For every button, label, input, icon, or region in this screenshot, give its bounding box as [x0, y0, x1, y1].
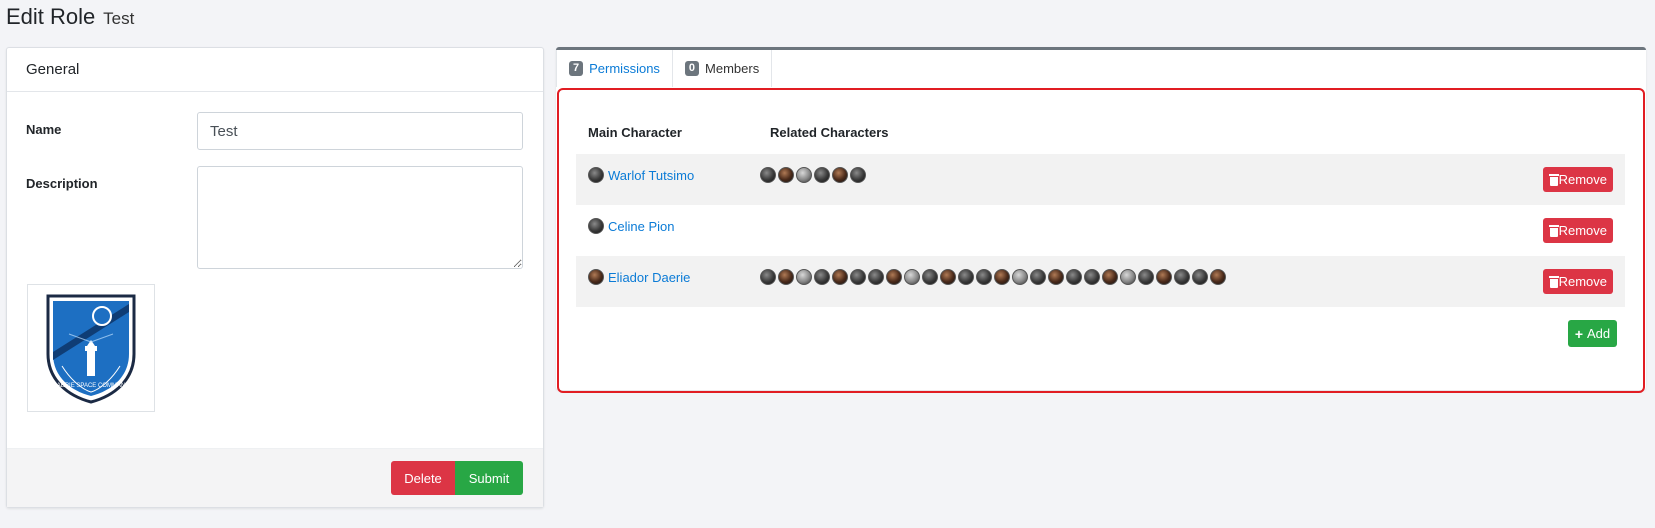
related-character-avatar[interactable] [814, 269, 830, 285]
column-header-related-characters: Related Characters [770, 125, 889, 140]
related-character-avatar[interactable] [1012, 269, 1028, 285]
table-row: Eliador Daerie Remove [576, 256, 1625, 307]
members-count-badge: 0 [684, 61, 700, 76]
related-character-avatar[interactable] [958, 269, 974, 285]
related-character-avatar[interactable] [976, 269, 992, 285]
page-title-text: Edit Role [6, 4, 96, 29]
remove-button[interactable]: Remove [1543, 167, 1613, 192]
related-character-avatar[interactable] [760, 167, 776, 183]
related-character-avatar[interactable] [1192, 269, 1208, 285]
related-character-avatar[interactable] [1084, 269, 1100, 285]
related-character-avatar[interactable] [904, 269, 920, 285]
related-character-avatar[interactable] [778, 269, 794, 285]
tab-members-label: Members [705, 61, 760, 76]
related-character-avatar[interactable] [1210, 269, 1226, 285]
related-characters [760, 269, 1226, 285]
avatar [588, 218, 604, 234]
related-character-avatar[interactable] [778, 167, 794, 183]
related-character-avatar[interactable] [814, 167, 830, 183]
tab-permissions[interactable]: 7 Permissions [556, 50, 673, 87]
role-logo-image: DAERIE SPACE COMMAND [27, 284, 155, 412]
related-character-avatar[interactable] [1174, 269, 1190, 285]
add-label: Add [1587, 326, 1611, 341]
name-input[interactable] [197, 112, 523, 150]
general-card-title: General [7, 48, 543, 92]
logo-lettering: DAERIE SPACE COMMAND [52, 383, 130, 389]
related-character-avatar[interactable] [922, 269, 938, 285]
related-character-avatar[interactable] [1030, 269, 1046, 285]
related-character-avatar[interactable] [940, 269, 956, 285]
general-card-footer: Delete Submit [7, 448, 543, 507]
related-character-avatar[interactable] [1102, 269, 1118, 285]
table-row: Warlof Tutsimo Remove [576, 154, 1625, 205]
column-header-main-character: Main Character [588, 125, 682, 140]
related-character-avatar[interactable] [850, 269, 866, 285]
related-character-avatar[interactable] [1120, 269, 1136, 285]
name-label: Name [26, 122, 62, 137]
main-character-cell: Eliador Daerie [588, 269, 690, 285]
permissions-card: 7 Permissions 0 Members Main Character R… [556, 47, 1646, 393]
general-card: General Name Description DAERIE SPACE CO… [6, 47, 544, 508]
remove-button[interactable]: Remove [1543, 218, 1613, 243]
main-character-cell: Warlof Tutsimo [588, 167, 694, 183]
main-character-link[interactable]: Warlof Tutsimo [608, 168, 694, 183]
tab-bar: 7 Permissions 0 Members [556, 50, 773, 87]
main-character-cell: Celine Pion [588, 218, 675, 234]
tab-permissions-label: Permissions [589, 61, 660, 76]
add-button[interactable]: + Add [1568, 320, 1617, 347]
trash-icon [1549, 173, 1559, 186]
remove-label: Remove [1558, 223, 1607, 238]
related-character-avatar[interactable] [994, 269, 1010, 285]
related-character-avatar[interactable] [760, 269, 776, 285]
related-character-avatar[interactable] [850, 167, 866, 183]
trash-icon [1549, 224, 1559, 237]
shield-logo: DAERIE SPACE COMMAND [46, 294, 136, 404]
remove-label: Remove [1558, 274, 1607, 289]
related-characters [760, 167, 866, 183]
remove-button[interactable]: Remove [1543, 269, 1613, 294]
related-character-avatar[interactable] [1048, 269, 1064, 285]
related-character-avatar[interactable] [832, 167, 848, 183]
related-character-avatar[interactable] [796, 167, 812, 183]
related-character-avatar[interactable] [1138, 269, 1154, 285]
table-row: Celine Pion Remove [576, 205, 1625, 256]
description-textarea[interactable] [197, 166, 523, 269]
related-character-avatar[interactable] [796, 269, 812, 285]
page-title: Edit Role Test [6, 4, 134, 30]
permissions-count-badge: 7 [569, 61, 584, 76]
main-character-link[interactable]: Eliador Daerie [608, 270, 690, 285]
trash-icon [1549, 275, 1559, 288]
description-label: Description [26, 176, 98, 191]
related-character-avatar[interactable] [832, 269, 848, 285]
related-character-avatar[interactable] [1156, 269, 1172, 285]
page-subtitle: Test [103, 9, 135, 28]
avatar [588, 167, 604, 183]
submit-button[interactable]: Submit [455, 461, 523, 495]
delete-button[interactable]: Delete [391, 461, 455, 495]
avatar [588, 269, 604, 285]
plus-icon: + [1574, 325, 1584, 342]
remove-label: Remove [1558, 172, 1607, 187]
main-character-link[interactable]: Celine Pion [608, 219, 675, 234]
related-character-avatar[interactable] [1066, 269, 1082, 285]
related-character-avatar[interactable] [868, 269, 884, 285]
related-character-avatar[interactable] [886, 269, 902, 285]
tab-members[interactable]: 0 Members [673, 50, 773, 87]
